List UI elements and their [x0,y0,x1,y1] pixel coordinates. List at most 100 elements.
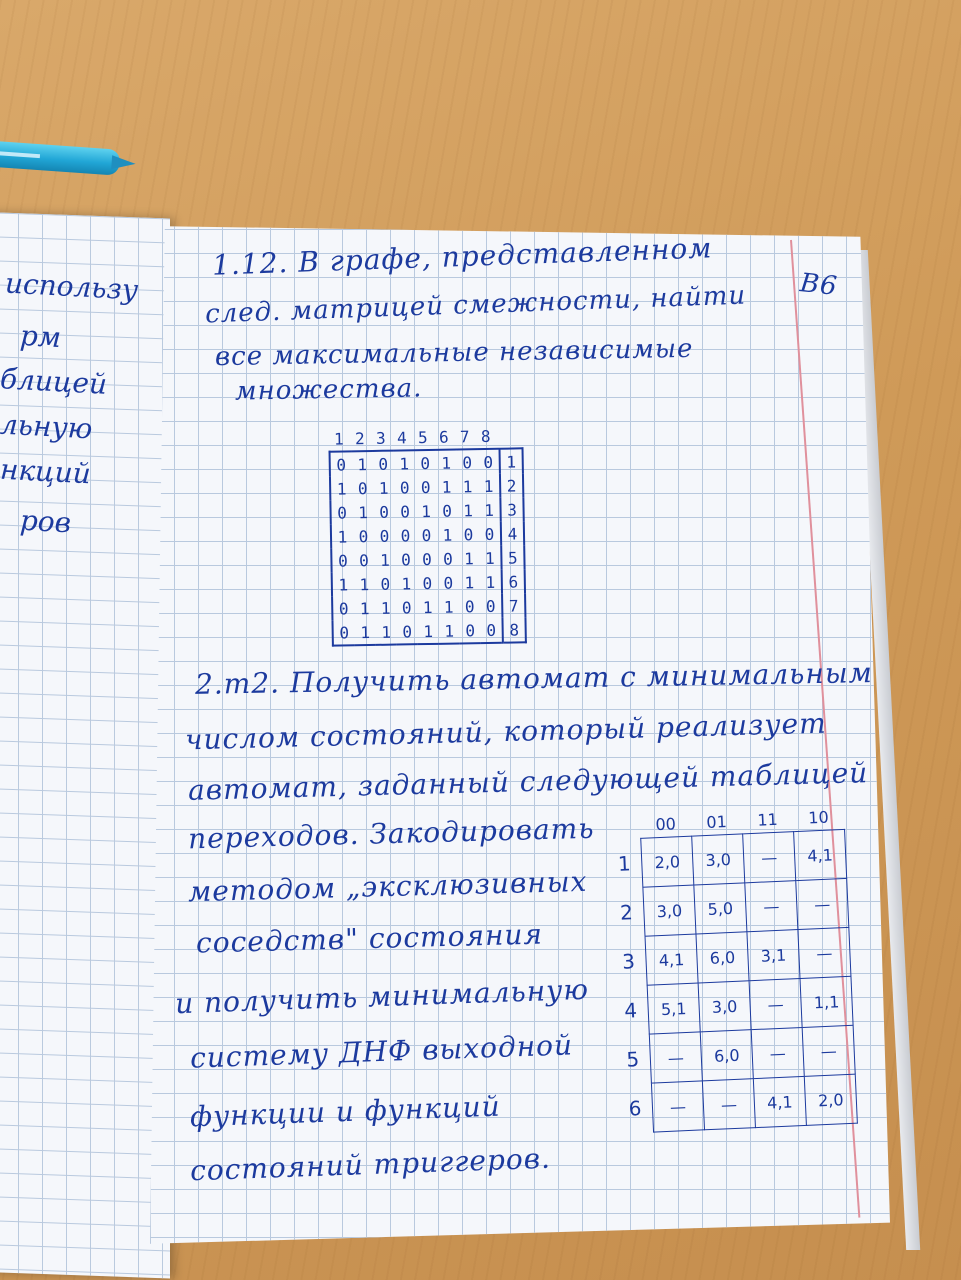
matrix-cell: 1 [444,621,455,641]
matrix-row: 010101001 [330,448,523,476]
matrix-cell: 1 [485,572,496,592]
transition-cell: 4,1 [793,829,847,881]
matrix-cell: 1 [359,574,370,594]
matrix-cell: 0 [465,620,476,640]
matrix-row: 110100116 [332,569,526,596]
matrix-cell: 0 [402,621,413,641]
matrix-cell: 0 [337,550,348,571]
matrix-row: 011011007 [332,593,526,620]
left-page-line-5: нкций [0,452,92,491]
matrix-cell: 0 [462,452,473,472]
matrix-cell: 0 [358,550,369,570]
transition-row-label: 3 [621,949,636,974]
matrix-col-header: 6 [438,427,449,447]
matrix-col-header: 7 [459,426,470,446]
matrix-col-header: 4 [396,427,407,448]
matrix-col-header: 5 [417,427,428,447]
matrix-col-header: 1 [333,428,344,449]
matrix-cell: 0 [421,549,432,569]
transition-row-label: 1 [617,851,632,876]
matrix-cell: 1 [336,478,347,499]
matrix-cell: 0 [421,525,432,545]
transition-cell: 6,0 [700,1029,754,1081]
matrix-col-header: 2 [354,428,365,448]
matrix-cell: 0 [442,501,453,521]
matrix-col-header: 8 [480,426,491,446]
matrix-row: 101001112 [330,473,524,500]
matrix-cell: 1 [380,598,391,618]
matrix-cell: 1 [401,573,412,593]
matrix-cell: 1 [441,477,452,497]
transition-cell: 3,0 [698,980,752,1032]
matrix-cell: 1 [484,548,495,568]
matrix-row-label: 7 [502,593,526,618]
matrix-cell: 1 [422,597,433,617]
transition-cell: — [797,927,851,979]
matrix-cell: 0 [380,574,391,594]
matrix-cell: 0 [400,549,411,569]
transition-col-header: 11 [756,809,779,830]
matrix-cell: 0 [379,526,390,546]
matrix-cell: 0 [484,524,495,544]
matrix-cell: 0 [400,501,411,521]
transition-cell: — [751,1027,805,1079]
matrix-cell: 1 [399,453,410,473]
matrix-cell: 0 [339,622,350,643]
matrix-cell: 1 [378,478,389,498]
transition-row-label: 5 [625,1047,640,1072]
task1-line-4: множества. [234,373,423,407]
matrix-cell: 1 [379,550,390,570]
matrix-cell: 1 [381,622,392,642]
matrix-cell: 1 [441,453,452,473]
matrix-cell: 1 [484,500,495,520]
matrix-cell: 1 [337,526,348,547]
transition-cell: 5,1 [647,982,701,1035]
transition-row: 6— —4,1 2,0 [617,1074,858,1133]
adjacency-matrix: 1 2 3 4 5 6 7 8 010101001101001112010010… [328,423,527,647]
variant-label: В6 [798,268,840,302]
left-page-line-1: использу [4,266,139,307]
matrix-cell: 0 [420,477,431,497]
matrix-cell: 0 [379,502,390,522]
matrix-cell: 0 [337,502,348,523]
matrix-cell: 1 [443,597,454,617]
transition-cell: — [742,831,796,883]
matrix-row-label: 5 [501,545,525,570]
transition-cell: — [795,878,849,930]
transition-cell: 3,0 [642,885,696,937]
transition-cell: 3,0 [691,833,745,886]
matrix-cell: 0 [378,454,389,474]
matrix-cell: 0 [401,597,412,617]
matrix-cell: 0 [483,452,494,472]
transition-table: 00 01 11 10 1 2,0 3,0—4,1 2 3,0 5,0— —3 4,1 6,0 3… [605,803,858,1134]
matrix-header-row: 1 2 3 4 5 6 7 8 [328,423,517,450]
matrix-row-label: 2 [499,473,524,498]
matrix-col-header: 3 [375,428,386,448]
matrix-cell: 0 [485,596,496,616]
matrix-frame: 0101010011010011120100101131000010040010… [328,447,527,647]
matrix-cell: 1 [442,525,453,545]
transition-cell: — [749,978,803,1030]
matrix-cell: 1 [338,574,349,595]
matrix-cell: 1 [358,502,369,522]
matrix-cell: 0 [399,477,410,497]
transition-cell: — [651,1080,705,1133]
matrix-cell: 0 [464,596,475,616]
matrix-row: 010010113 [330,497,524,524]
transition-cell: 1,1 [800,976,854,1028]
matrix-row-label: 8 [502,617,526,643]
matrix-cell: 1 [463,548,474,568]
matrix-row: 011011008 [332,617,526,645]
matrix-cell: 0 [420,453,431,473]
transition-cell: 5,0 [693,882,747,935]
matrix-cell: 0 [443,573,454,593]
matrix-cell: 1 [462,476,473,496]
transition-col-header: 10 [807,807,830,827]
left-page-line-6: ров [19,503,72,540]
matrix-row-label: 6 [501,569,526,594]
matrix-cell: 1 [483,476,494,496]
matrix-cell: 1 [463,500,474,520]
transition-cell: 2,0 [804,1074,858,1126]
left-page-line-3: блицей [0,362,108,401]
transition-cell: 2,0 [640,836,694,888]
